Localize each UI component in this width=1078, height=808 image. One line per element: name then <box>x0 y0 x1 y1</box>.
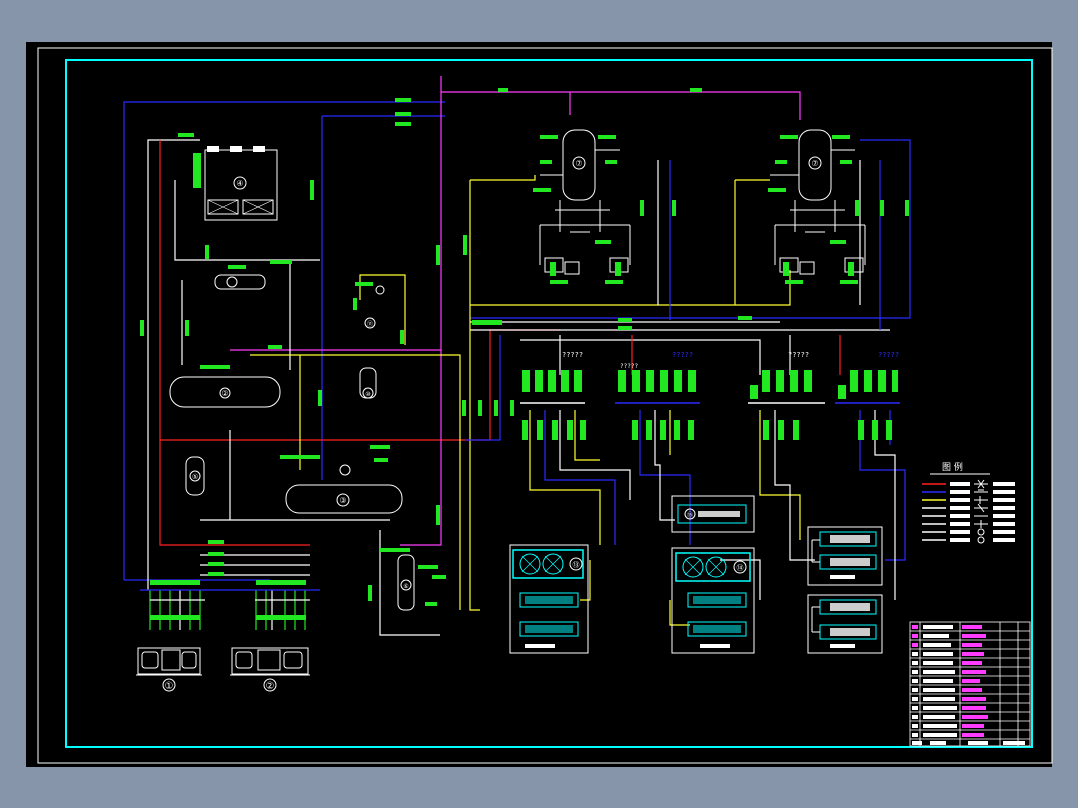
drawing-canvas: ④ ② ⑤ ③ ⑩ ⑪ ⑥ ① ② ⑦ ⑦ ????? ????? ????? … <box>0 0 1078 808</box>
legend-title: 图 例 <box>942 461 963 473</box>
label-n6: ⑥ <box>403 583 408 590</box>
label-n11: ⑪ <box>367 320 373 328</box>
label-n1: ① <box>165 681 174 692</box>
label-n2-tank: ② <box>221 389 228 398</box>
label-n7-b: ⑦ <box>811 159 818 168</box>
label-n3: ③ <box>339 496 346 505</box>
question-label-3: ????? <box>788 351 809 359</box>
label-n5: ⑤ <box>192 473 198 481</box>
label-n7-a: ⑦ <box>575 159 582 168</box>
question-label-5: ????? <box>620 363 638 370</box>
label-n14: ⑭ <box>737 564 744 572</box>
label-n13: ⑬ <box>573 561 580 569</box>
label-n10: ⑩ <box>365 391 370 398</box>
question-label-1: ????? <box>562 351 583 359</box>
label-n15: ⑮ <box>687 511 693 519</box>
question-label-2: ????? <box>672 351 693 359</box>
label-n4: ④ <box>236 179 243 188</box>
question-label-4: ????? <box>878 351 899 359</box>
label-n2-unit: ② <box>266 681 275 692</box>
